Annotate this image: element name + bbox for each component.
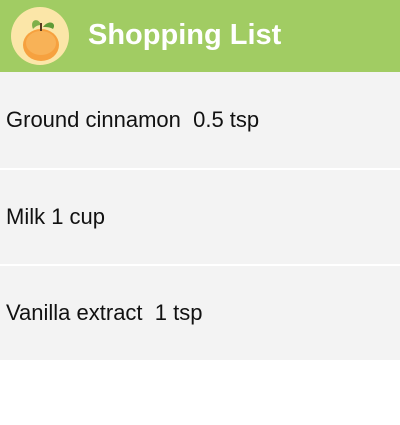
list-item[interactable]: Milk 1 cup <box>0 170 400 266</box>
item-label: Vanilla extract 1 tsp <box>6 300 203 325</box>
app-bar: Shopping List <box>0 0 400 72</box>
shopping-list: Ground cinnamon 0.5 tsp Milk 1 cup Vanil… <box>0 72 400 362</box>
list-item[interactable]: Vanilla extract 1 tsp <box>0 266 400 362</box>
item-label: Ground cinnamon 0.5 tsp <box>6 107 260 132</box>
item-label: Milk 1 cup <box>6 204 106 229</box>
list-item[interactable]: Ground cinnamon 0.5 tsp <box>0 72 400 170</box>
app-title: Shopping List <box>88 19 282 51</box>
orange-fruit-icon <box>11 7 69 65</box>
